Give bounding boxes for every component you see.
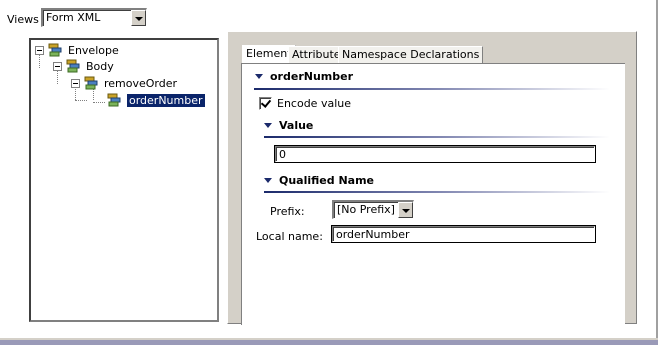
section-divider [254,88,610,90]
element-node-icon [107,93,123,107]
prefix-label: Prefix: [270,205,305,218]
tree-panel[interactable]: Envelope Body removeOrder orderNumber [29,38,219,322]
tree-node-body[interactable]: Body [53,59,114,73]
prefix-selected-value: [No Prefix] [337,203,395,216]
section-collapse-icon[interactable] [264,178,272,183]
views-dropdown[interactable]: Form XML [41,8,147,27]
collapse-icon[interactable] [71,78,80,88]
collapse-icon[interactable] [35,45,44,55]
collapse-icon[interactable] [53,61,62,71]
chevron-down-icon[interactable] [131,10,146,26]
chevron-down-icon[interactable] [398,202,413,218]
element-tab-content: orderNumber Encode value Value 0 Qualifi… [241,63,625,325]
tree-node-label: orderNumber [127,93,205,107]
encode-value-label: Encode value [277,97,351,110]
element-node-icon [84,76,100,90]
prefix-dropdown[interactable]: [No Prefix] [332,200,414,219]
section-collapse-icon[interactable] [255,74,263,79]
qualified-name-section-header: Qualified Name [279,174,375,187]
tree-node-ordernumber[interactable]: orderNumber [107,93,205,107]
tree-node-removeorder[interactable]: removeOrder [71,76,177,90]
views-label: Views [7,13,39,26]
tree-connector [75,100,87,101]
properties-panel: Element Attributes Namespace Declaration… [227,31,637,325]
element-header: orderNumber [270,70,353,83]
element-node-icon [48,43,64,57]
tree-node-envelope[interactable]: Envelope [35,43,119,57]
section-divider [264,191,610,193]
views-selected-value: Form XML [46,11,101,24]
section-collapse-icon[interactable] [264,123,272,128]
element-node-icon [66,59,82,73]
tree-node-label: Body [86,59,114,73]
value-input[interactable]: 0 [274,145,596,163]
tree-connector [93,102,105,103]
tab-namespace-declarations[interactable]: Namespace Declarations [338,46,484,63]
tree-node-label: Envelope [68,43,119,57]
value-section-header: Value [279,119,314,132]
window-bottom-border [0,338,658,345]
section-divider [264,136,610,138]
tree-node-label: removeOrder [104,76,178,90]
encode-value-checkbox[interactable] [259,97,272,110]
local-name-input[interactable]: orderNumber [331,225,596,243]
local-name-label: Local name: [256,230,323,243]
